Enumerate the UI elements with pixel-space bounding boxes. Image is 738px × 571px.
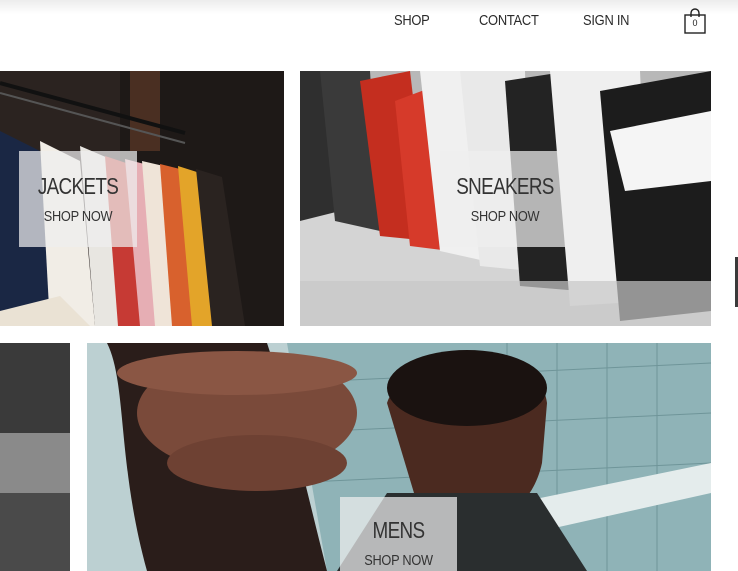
nav-sign-in-link[interactable]: SIGN IN xyxy=(583,12,629,29)
page: SHOP CONTACT SIGN IN 0 JACKETS SHOP NOW … xyxy=(0,0,738,571)
mens-title: MENS xyxy=(372,517,426,543)
category-tile-mens[interactable]: MENS SHOP NOW xyxy=(87,343,711,571)
partial-photo xyxy=(0,343,70,571)
category-tile-sneakers[interactable]: SNEAKERS SHOP NOW xyxy=(300,71,711,326)
mens-shop-now-link[interactable]: SHOP NOW xyxy=(349,552,448,569)
cart-button[interactable]: 0 xyxy=(683,8,707,34)
nav-contact-link[interactable]: CONTACT xyxy=(479,12,539,29)
sneakers-label[interactable]: SNEAKERS SHOP NOW xyxy=(440,151,570,247)
jackets-title: JACKETS xyxy=(37,173,119,199)
site-header: SHOP CONTACT SIGN IN 0 xyxy=(0,0,738,44)
mens-label[interactable]: MENS SHOP NOW xyxy=(340,497,457,571)
category-tile-partial[interactable] xyxy=(0,343,70,571)
cart-count: 0 xyxy=(692,18,698,28)
nav-shop-link[interactable]: SHOP xyxy=(394,12,430,29)
jackets-label[interactable]: JACKETS SHOP NOW xyxy=(19,151,137,247)
sneakers-shop-now-link[interactable]: SHOP NOW xyxy=(450,208,561,225)
jackets-shop-now-link[interactable]: SHOP NOW xyxy=(28,208,128,225)
sneakers-title: SNEAKERS xyxy=(456,173,554,199)
category-tile-jackets[interactable]: JACKETS SHOP NOW xyxy=(0,71,284,326)
